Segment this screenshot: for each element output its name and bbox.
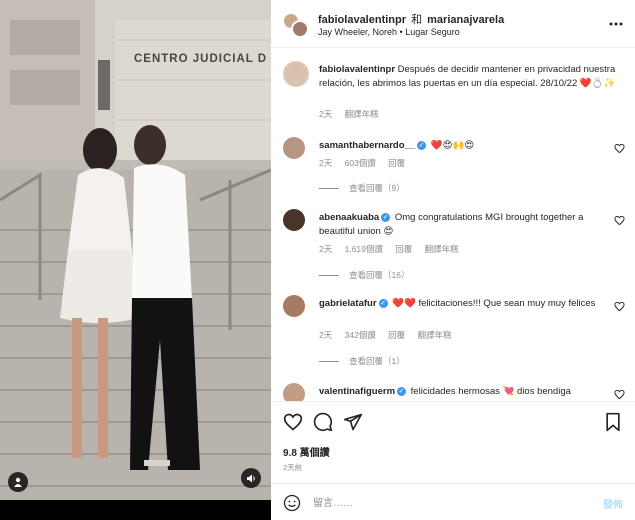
- comment-time: 2天: [319, 330, 333, 340]
- replies-divider: [319, 360, 339, 362]
- avatar[interactable]: [283, 61, 309, 87]
- caption-time: 2天: [319, 109, 333, 119]
- view-replies-label: 查看回覆（9）: [349, 183, 405, 193]
- user-icon: [14, 477, 22, 487]
- heart-icon[interactable]: [614, 143, 625, 154]
- post-header: fabiolavalentinpr 和 marianajvarela Jay W…: [271, 0, 635, 48]
- comment-text: gabrielatafur ✓ ❤️❤️ felicitaciones!!! Qu…: [319, 297, 607, 311]
- verified-icon: ✓: [381, 212, 391, 222]
- comment-meta: 2天 1,619個讚 回覆 翻譯年糕: [319, 243, 469, 255]
- reply-button[interactable]: 回覆: [395, 244, 412, 254]
- comments-feed[interactable]: fabiolavalentinpr Después de decidir man…: [271, 49, 635, 401]
- reply-button[interactable]: 回覆: [388, 330, 405, 340]
- more-icon: [609, 22, 623, 26]
- heart-icon[interactable]: [614, 389, 625, 400]
- translate-link[interactable]: 翻譯年糕: [345, 109, 379, 119]
- post-comment-button[interactable]: 發佈: [603, 496, 623, 511]
- verified-icon: ✓: [378, 298, 388, 308]
- bookmark-icon[interactable]: [603, 412, 623, 432]
- view-replies-label: 查看回覆（1）: [349, 356, 405, 366]
- caption-meta: 2天 翻譯年糕: [319, 108, 389, 120]
- caption-text: fabiolavalentinpr Después de decidir man…: [319, 63, 619, 91]
- comment-body: ❤️😍🙌😍: [430, 140, 475, 151]
- comment-username[interactable]: gabrielatafur: [319, 298, 377, 309]
- view-replies-button[interactable]: 查看回覆（1）: [319, 355, 405, 367]
- sound-toggle-button[interactable]: [241, 468, 261, 488]
- post-timestamp: 2天前: [283, 463, 303, 472]
- post-photo[interactable]: CENTRO JUDICIAL D: [0, 0, 271, 520]
- comment-time: 2天: [319, 244, 333, 254]
- comment-time: 2天: [319, 158, 333, 168]
- view-replies-button[interactable]: 查看回覆（9）: [319, 182, 405, 194]
- comment-body: felicidades hermosas 💘 dios bendiga: [410, 386, 571, 397]
- comment-input[interactable]: [313, 493, 583, 513]
- comment-text: samanthabernardo__ ✓ ❤️😍🙌😍: [319, 139, 607, 153]
- comment-text: abenaakuaba ✓ Omg congratulations MGI bro…: [319, 211, 607, 239]
- caption-username[interactable]: fabiolavalentinpr: [319, 64, 395, 75]
- avatar[interactable]: [283, 209, 305, 231]
- avatar: [291, 20, 309, 38]
- tagged-users-button[interactable]: [8, 472, 28, 492]
- replies-divider: [319, 274, 339, 276]
- comment-text: valentinafiguerm ✓ felicidades hermosas 💘…: [319, 385, 607, 399]
- building-sign-text: CENTRO JUDICIAL D: [134, 53, 267, 65]
- comment-meta: 2天 603個讚 回覆: [319, 157, 415, 169]
- speaker-icon: [246, 474, 255, 482]
- comment-username[interactable]: valentinafiguerm: [319, 386, 395, 397]
- photo-illustration: CENTRO JUDICIAL D: [0, 0, 271, 500]
- comment-likes[interactable]: 603個讚: [345, 158, 376, 168]
- emoji-icon[interactable]: [283, 494, 301, 512]
- comment-body: ❤️❤️ felicitaciones!!! Que sean muy muy …: [392, 298, 596, 309]
- replies-divider: [319, 187, 339, 189]
- post-actions: 9.8 萬個讚 2天前: [271, 401, 635, 483]
- author-username[interactable]: fabiolavalentinpr: [318, 14, 406, 26]
- reply-button[interactable]: 回覆: [388, 158, 405, 168]
- more-options-button[interactable]: [609, 13, 623, 31]
- photo-scene: CENTRO JUDICIAL D: [0, 0, 271, 500]
- audio-location-subtitle[interactable]: Jay Wheeler, Noreh • Lugar Seguro: [318, 27, 460, 37]
- heart-icon[interactable]: [614, 215, 625, 226]
- translate-link[interactable]: 翻譯年糕: [425, 244, 459, 254]
- author-username[interactable]: marianajvarela: [427, 14, 504, 26]
- verified-icon: ✓: [397, 386, 407, 396]
- comment-icon[interactable]: [313, 412, 333, 432]
- heart-icon[interactable]: [283, 412, 303, 432]
- comment-meta: 2天 342個讚 回覆 翻譯年糕: [319, 329, 462, 341]
- comment-username[interactable]: abenaakuaba: [319, 212, 379, 223]
- avatar[interactable]: [283, 137, 305, 159]
- author-conjunction: 和: [411, 14, 423, 26]
- post-authors: fabiolavalentinpr 和 marianajvarela: [318, 11, 504, 27]
- verified-icon: ✓: [417, 140, 427, 150]
- comment-likes[interactable]: 1,619個讚: [345, 244, 383, 254]
- author-avatars[interactable]: [282, 12, 310, 38]
- heart-icon[interactable]: [614, 301, 625, 312]
- likes-count[interactable]: 9.8 萬個讚: [283, 444, 330, 459]
- add-comment-bar: 發佈: [271, 483, 635, 520]
- view-replies-button[interactable]: 查看回覆（16）: [319, 269, 409, 281]
- avatar[interactable]: [283, 383, 305, 401]
- view-replies-label: 查看回覆（16）: [349, 270, 410, 280]
- comment-likes[interactable]: 342個讚: [345, 330, 376, 340]
- translate-link[interactable]: 翻譯年糕: [418, 330, 452, 340]
- comment-username[interactable]: samanthabernardo__: [319, 140, 415, 151]
- post-detail-panel: fabiolavalentinpr 和 marianajvarela Jay W…: [271, 0, 635, 520]
- avatar[interactable]: [283, 295, 305, 317]
- share-icon[interactable]: [343, 412, 363, 432]
